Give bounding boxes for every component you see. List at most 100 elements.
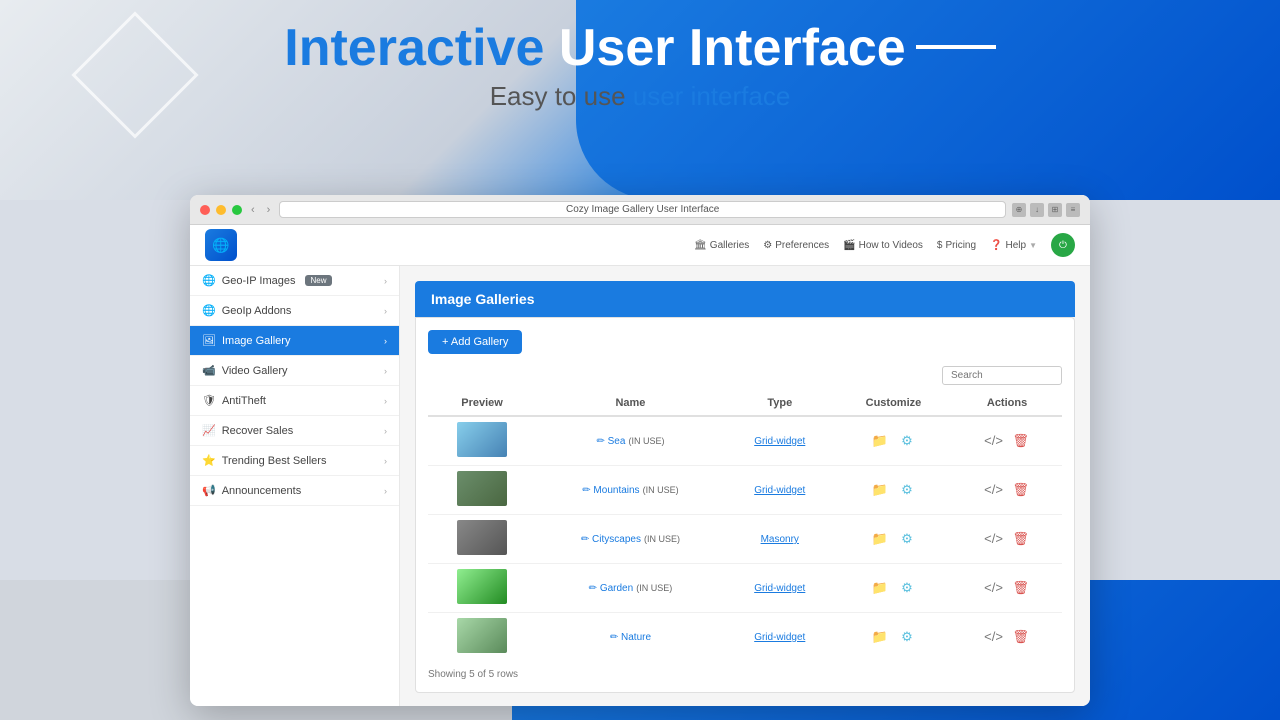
gallery-name-link[interactable]: ✏ Sea (596, 436, 625, 447)
nav-back-button[interactable]: ‹ (248, 203, 258, 217)
folder-icon[interactable]: 📁 (870, 627, 890, 647)
cell-preview (428, 613, 536, 662)
gear-icon[interactable]: ⚙ (897, 480, 917, 500)
traffic-light-green[interactable] (232, 205, 242, 215)
search-bar-wrap (428, 366, 1062, 385)
nav-preferences[interactable]: ⚙ Preferences (763, 240, 829, 251)
folder-icon[interactable]: 📁 (870, 529, 890, 549)
galleries-icon: 🏛 (694, 240, 707, 251)
trash-icon[interactable]: 🗑 (1011, 529, 1031, 549)
nav-forward-button[interactable]: › (264, 203, 274, 217)
trash-icon[interactable]: 🗑 (1011, 480, 1031, 500)
nav-help[interactable]: ❓ Help ▼ (990, 240, 1037, 251)
gallery-type-link[interactable]: Grid-widget (754, 632, 805, 643)
cell-name: ✏ Cityscapes (IN USE) (536, 515, 725, 564)
table-row: ✏ Cityscapes (IN USE) Masonry 📁 ⚙ </> 🗑 (428, 515, 1062, 564)
search-input[interactable] (942, 366, 1062, 385)
chevron-right-icon: › (384, 366, 387, 376)
cell-actions: </> 🗑 (952, 416, 1062, 466)
hero-title-dark: Interactive (284, 19, 559, 77)
cell-type: Grid-widget (725, 466, 835, 515)
col-type: Type (725, 391, 835, 416)
page-title: Image Galleries (415, 281, 1075, 317)
browser-window: ‹ › Cozy Image Gallery User Interface ⊕ … (190, 195, 1090, 706)
cell-preview (428, 564, 536, 613)
add-gallery-button[interactable]: + Add Gallery (428, 330, 522, 354)
chevron-right-icon: › (384, 276, 387, 286)
gallery-type-link[interactable]: Grid-widget (754, 583, 805, 594)
cell-customize: 📁 ⚙ (835, 613, 952, 662)
nav-galleries[interactable]: 🏛 Galleries (694, 240, 749, 251)
chevron-right-icon: › (384, 396, 387, 406)
traffic-light-red[interactable] (200, 205, 210, 215)
cell-customize: 📁 ⚙ (835, 416, 952, 466)
gallery-type-link[interactable]: Grid-widget (754, 436, 805, 447)
recover-sales-icon: 📈 (202, 424, 216, 437)
sidebar-item-image-gallery[interactable]: 🖼 Image Gallery › (190, 326, 399, 356)
cell-name: ✏ Sea (IN USE) (536, 416, 725, 466)
videos-icon: 🎬 (843, 240, 855, 251)
trash-icon[interactable]: 🗑 (1011, 431, 1031, 451)
code-icon[interactable]: </> (984, 627, 1004, 647)
hero-title-light: User Interface (559, 19, 906, 77)
chevron-right-icon: › (384, 426, 387, 436)
cell-type: Grid-widget (725, 564, 835, 613)
gallery-name-link[interactable]: ✏ Nature (610, 632, 651, 643)
cell-preview (428, 416, 536, 466)
sidebar-item-announcements[interactable]: 📢 Announcements › (190, 476, 399, 506)
power-button[interactable]: ⏻ (1051, 233, 1075, 257)
cell-name: ✏ Garden (IN USE) (536, 564, 725, 613)
sidebar-item-trending-best-sellers[interactable]: ⭐ Trending Best Sellers › (190, 446, 399, 476)
code-icon[interactable]: </> (984, 480, 1004, 500)
announcements-icon: 📢 (202, 484, 216, 497)
cell-type: Grid-widget (725, 613, 835, 662)
sidebar-item-antitheft[interactable]: 🛡 AntiTheft › (190, 386, 399, 416)
sidebar-item-geoip-addons[interactable]: 🌐 GeoIp Addons › (190, 296, 399, 326)
in-use-badge: (IN USE) (628, 436, 664, 446)
folder-icon[interactable]: 📁 (870, 431, 890, 451)
geoip-addons-icon: 🌐 (202, 304, 216, 317)
gallery-name-link[interactable]: ✏ Garden (589, 583, 634, 594)
gear-icon[interactable]: ⚙ (897, 627, 917, 647)
chrome-icon-1[interactable]: ⊕ (1012, 203, 1026, 217)
nav-how-to-videos[interactable]: 🎬 How to Videos (843, 240, 923, 251)
sidebar-item-geo-ip-images[interactable]: 🌐 Geo-IP Images New › (190, 266, 399, 296)
address-bar[interactable]: Cozy Image Gallery User Interface (279, 201, 1006, 218)
hero-underline (916, 45, 996, 49)
trash-icon[interactable]: 🗑 (1011, 578, 1031, 598)
sidebar-item-video-gallery[interactable]: 📹 Video Gallery › (190, 356, 399, 386)
showing-text: Showing 5 of 5 rows (428, 669, 1062, 680)
sidebar: 🌐 Geo-IP Images New › 🌐 GeoIp Addons › 🖼… (190, 266, 400, 706)
in-use-badge: (IN USE) (644, 534, 680, 544)
gallery-type-link[interactable]: Grid-widget (754, 485, 805, 496)
traffic-light-yellow[interactable] (216, 205, 226, 215)
chevron-right-icon: › (384, 336, 387, 346)
folder-icon[interactable]: 📁 (870, 578, 890, 598)
code-icon[interactable]: </> (984, 431, 1004, 451)
browser-chrome: ‹ › Cozy Image Gallery User Interface ⊕ … (190, 195, 1090, 225)
sidebar-item-recover-sales[interactable]: 📈 Recover Sales › (190, 416, 399, 446)
in-use-badge: (IN USE) (643, 485, 679, 495)
folder-icon[interactable]: 📁 (870, 480, 890, 500)
gear-icon[interactable]: ⚙ (897, 529, 917, 549)
chrome-icon-4[interactable]: ≡ (1066, 203, 1080, 217)
trash-icon[interactable]: 🗑 (1011, 627, 1031, 647)
cell-customize: 📁 ⚙ (835, 515, 952, 564)
in-use-badge: (IN USE) (636, 583, 672, 593)
chrome-icon-2[interactable]: ↓ (1030, 203, 1044, 217)
hero-subtitle-light: user interface (633, 81, 791, 111)
code-icon[interactable]: </> (984, 529, 1004, 549)
gallery-type-link[interactable]: Masonry (761, 534, 799, 545)
code-icon[interactable]: </> (984, 578, 1004, 598)
gallery-name-link[interactable]: ✏ Cityscapes (581, 534, 641, 545)
table-row: ✏ Nature Grid-widget 📁 ⚙ </> 🗑 (428, 613, 1062, 662)
nav-pricing[interactable]: $ Pricing (937, 240, 976, 251)
gallery-thumbnail (457, 569, 507, 604)
chrome-icon-3[interactable]: ⊞ (1048, 203, 1062, 217)
gear-icon[interactable]: ⚙ (897, 431, 917, 451)
cell-preview (428, 466, 536, 515)
gallery-name-link[interactable]: ✏ Mountains (582, 485, 639, 496)
antitheft-icon: 🛡 (202, 394, 216, 407)
cell-actions: </> 🗑 (952, 515, 1062, 564)
gear-icon[interactable]: ⚙ (897, 578, 917, 598)
